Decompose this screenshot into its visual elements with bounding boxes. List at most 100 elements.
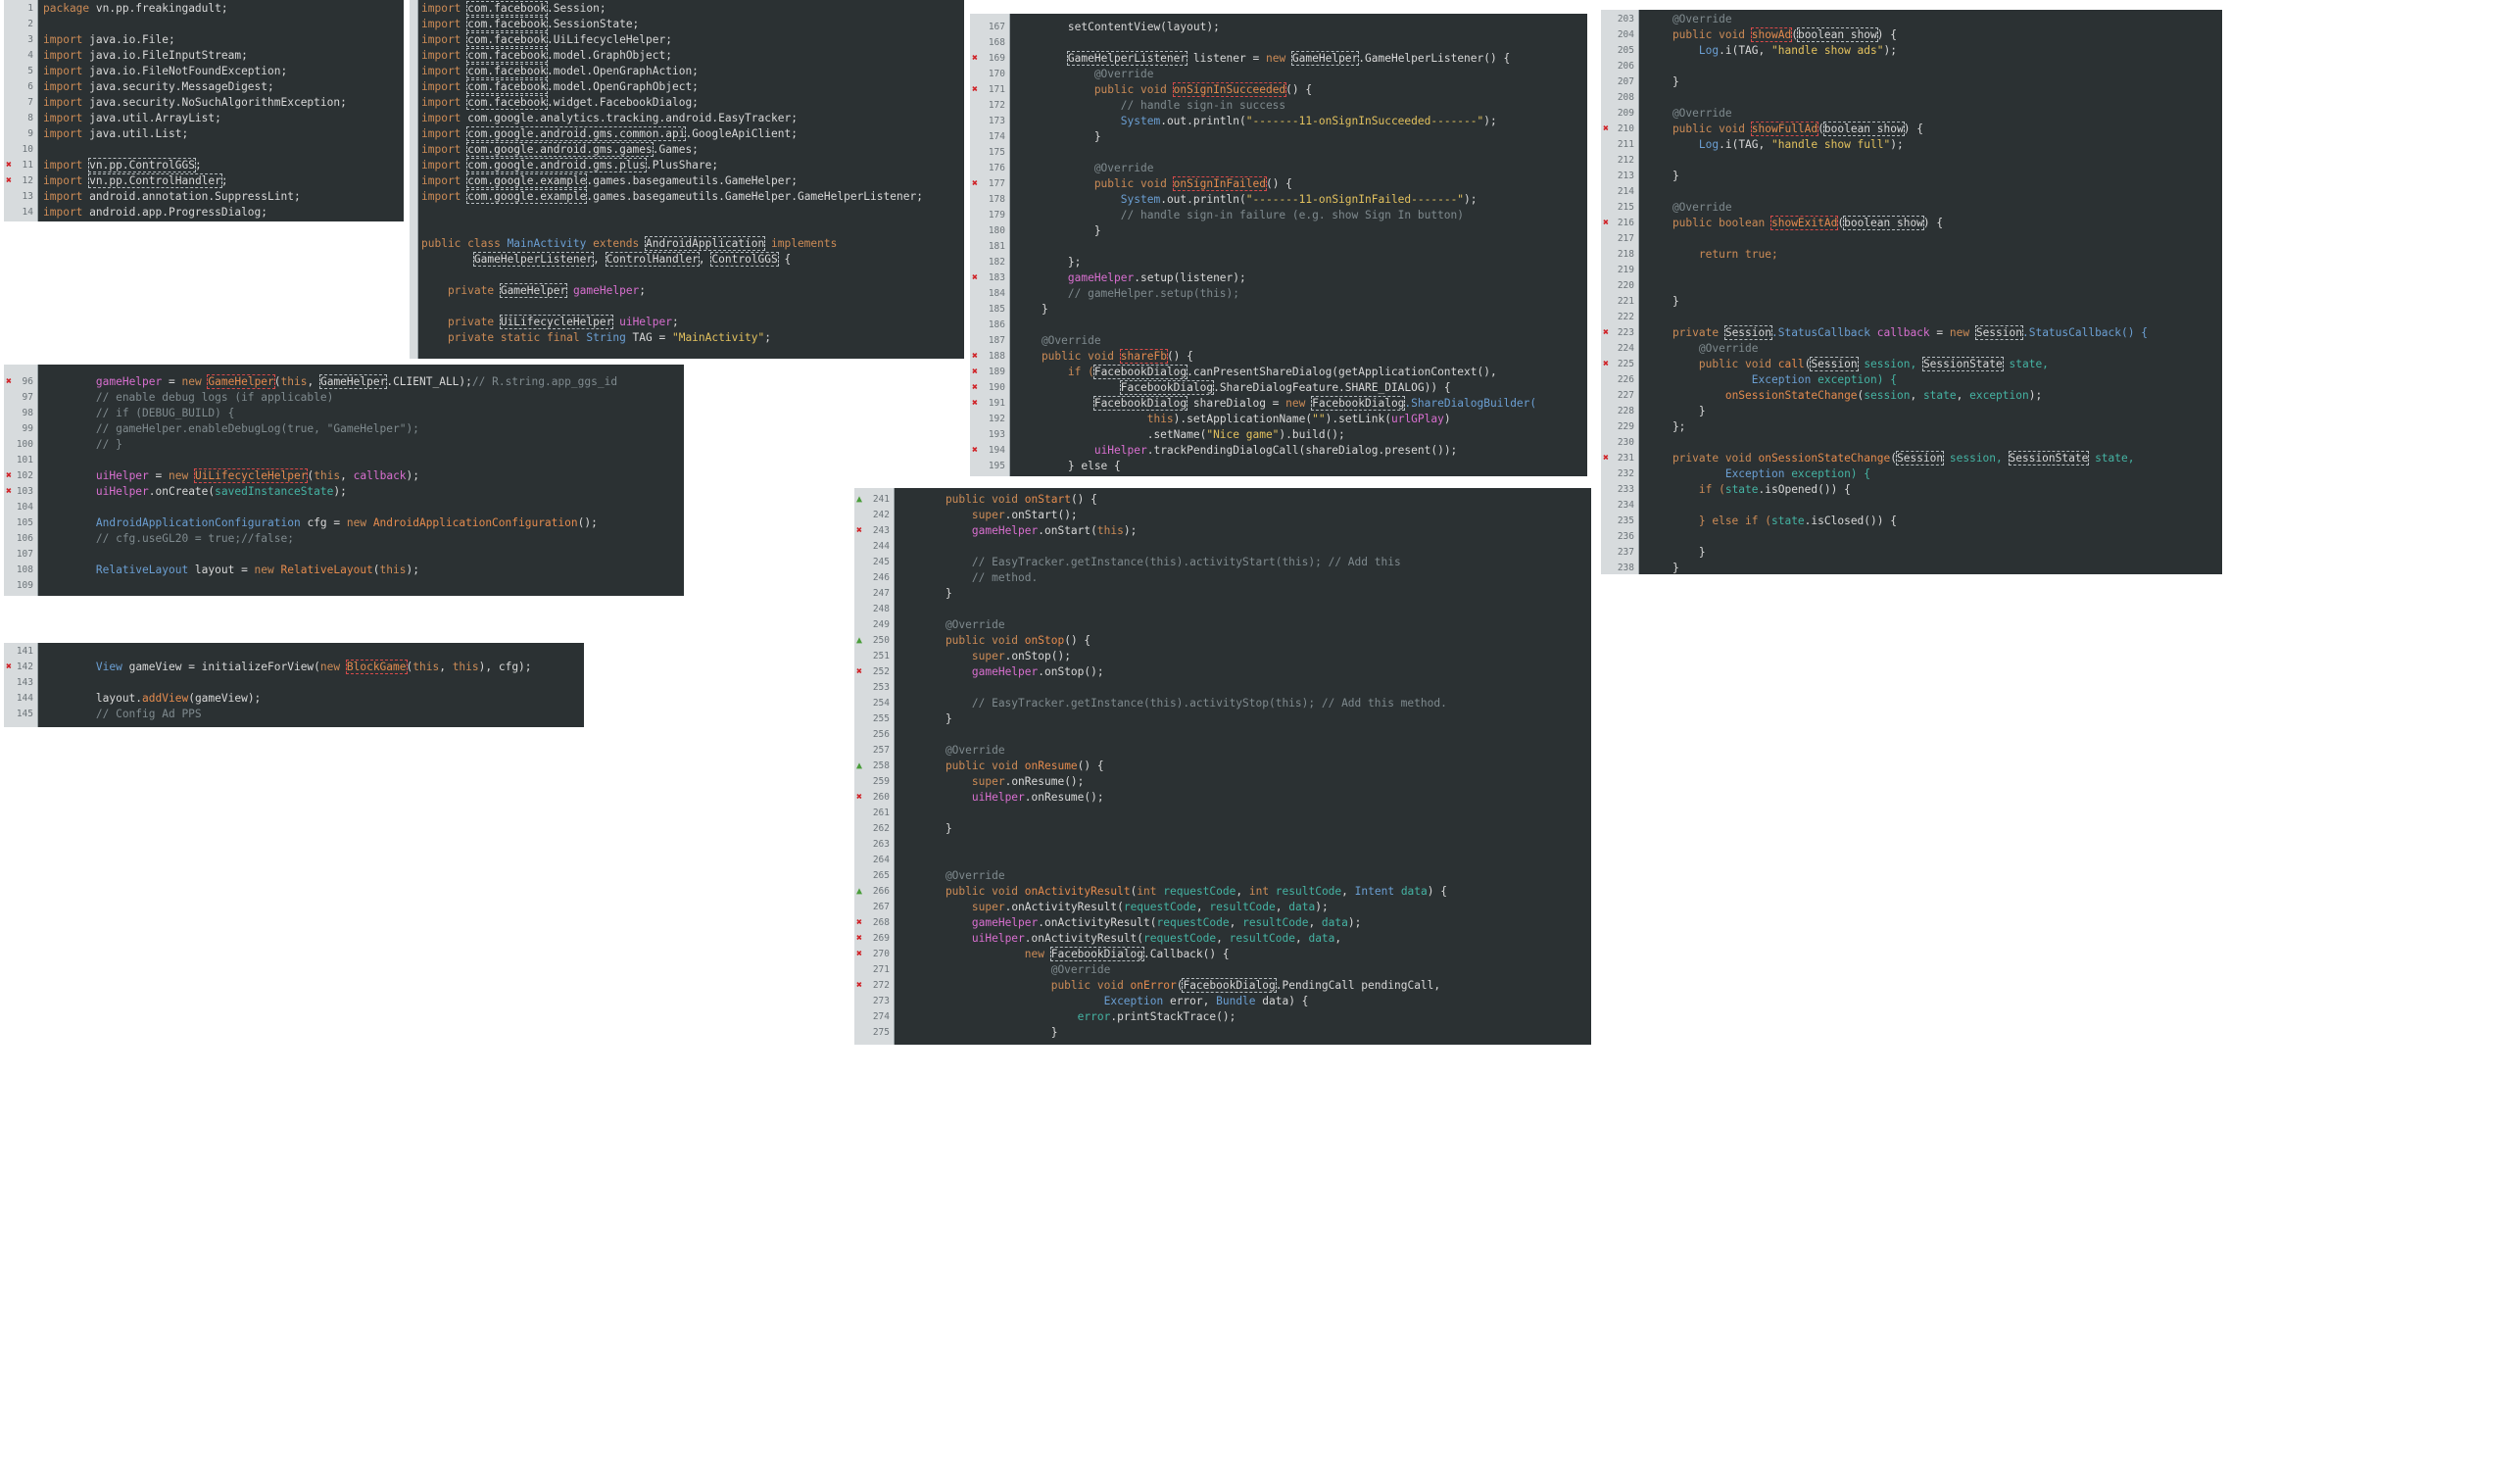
code-token: this [280, 375, 308, 388]
error-marker-icon[interactable]: ✖ [1603, 325, 1609, 341]
code-line: private static final String TAG = "MainA… [421, 330, 923, 346]
error-marker-icon[interactable]: ✖ [972, 82, 978, 98]
error-marker-icon[interactable]: ✖ [972, 380, 978, 396]
code-line: import java.security.NoSuchAlgorithmExce… [43, 95, 347, 111]
code-token: ); [406, 564, 419, 576]
error-marker-icon[interactable]: ✖ [1603, 122, 1609, 137]
error-marker-icon[interactable]: ✖ [856, 523, 862, 539]
code-pane-game-view[interactable]: 141 142 ✖ 143 144 145 View gameView = initial… [4, 643, 584, 727]
code-token: .GoogleApiClient; [685, 127, 798, 140]
code-token: package [43, 2, 90, 15]
error-marker-icon[interactable]: ✖ [856, 664, 862, 680]
code-token: public void [919, 634, 1025, 647]
code-token: , [1910, 389, 1923, 402]
code-token: com.google.example [466, 189, 588, 204]
code-token: ); [1315, 901, 1329, 913]
error-marker-icon[interactable]: ✖ [6, 484, 12, 500]
line-number: 275 [872, 1027, 890, 1038]
code-token: import [421, 174, 461, 187]
error-marker-icon[interactable]: ✖ [856, 947, 862, 962]
code-token: data [1321, 916, 1348, 929]
code-token: import [43, 127, 83, 140]
code-token: gameHelper [1067, 271, 1135, 284]
error-marker-icon[interactable]: ✖ [6, 173, 12, 189]
line-number: 167 [988, 22, 1005, 32]
code-pane-imports-b[interactable]: import com.facebook.Session; import com.f… [410, 0, 964, 359]
code-token: uiHelper [95, 469, 149, 482]
error-marker-icon[interactable]: ✖ [972, 396, 978, 412]
error-marker-icon[interactable]: ✖ [6, 660, 12, 675]
code-line: @Override [1015, 161, 1536, 176]
code-token: ); [1347, 916, 1362, 929]
code-token: , [1216, 932, 1230, 945]
line-number: 190 [988, 382, 1005, 393]
error-marker-icon[interactable]: ✖ [1603, 216, 1609, 231]
error-marker-icon[interactable]: ✖ [856, 931, 862, 947]
error-marker-icon[interactable]: ✖ [972, 365, 978, 380]
code-line: } else { [1015, 459, 1536, 474]
line-number: 181 [988, 241, 1005, 252]
code-token: import [421, 2, 461, 15]
error-marker-icon[interactable]: ✖ [1603, 451, 1609, 466]
code-token: extends [586, 237, 647, 250]
code-token: @Override [1646, 13, 1732, 25]
error-marker-icon[interactable]: ✖ [6, 158, 12, 173]
code-token: .Session; [547, 2, 606, 15]
code-pane-ads-session[interactable]: 203 204 205 206 207 208 209 210 ✖ 211 212 213 214 215… [1601, 10, 2222, 574]
code-line: } [1015, 302, 1536, 318]
error-marker-icon[interactable]: ✖ [856, 978, 862, 994]
error-marker-icon[interactable]: ✖ [6, 374, 12, 390]
override-marker-icon[interactable]: ▲ [856, 759, 862, 774]
code-token: uiHelper [971, 791, 1025, 804]
error-marker-icon[interactable]: ✖ [6, 468, 12, 484]
code-token: UiLifecycleHelper [193, 468, 309, 483]
error-marker-icon[interactable]: ✖ [972, 270, 978, 286]
line-number: 144 [16, 693, 33, 704]
code-pane-imports-a[interactable]: 1 2 3 4 5 6 7 8 9 10 11 ✖ 12 ✖ 13 14 package vn.pp.frea… [4, 0, 404, 221]
code-token: ), cfg); [478, 661, 532, 673]
line-number: 203 [1617, 14, 1634, 24]
code-token: boolean show [1843, 216, 1924, 230]
override-marker-icon[interactable]: ▲ [856, 633, 862, 649]
error-marker-icon[interactable]: ✖ [1603, 357, 1609, 372]
override-marker-icon[interactable]: ▲ [856, 492, 862, 508]
line-number: 187 [988, 335, 1005, 346]
code-token: , [593, 253, 606, 266]
code-token: .i(TAG, [1719, 44, 1771, 57]
code-token: .model.GraphObject; [547, 49, 672, 62]
error-marker-icon[interactable]: ✖ [972, 176, 978, 192]
code-token: onSignInSucceeded [1172, 82, 1287, 97]
error-marker-icon[interactable]: ✖ [972, 443, 978, 459]
code-pane-on-create[interactable]: 96 ✖ 97 98 99 100 101 102 ✖ 103 ✖ 104 105 106 107 108 10… [4, 365, 684, 596]
code-line: AndroidApplicationConfiguration cfg = ne… [43, 515, 617, 531]
code-token: , [340, 469, 354, 482]
code-pane-listener[interactable]: 167 168 169 ✖ 170 171 ✖ 172 173 174 175 176 177 ✖ 178 1… [970, 14, 1587, 476]
error-marker-icon[interactable]: ✖ [972, 51, 978, 67]
override-marker-icon[interactable]: ▲ [856, 884, 862, 900]
code-token: .canPresentShareDialog(getApplicationCon… [1187, 366, 1497, 378]
error-marker-icon[interactable]: ✖ [856, 790, 862, 806]
code-token: () { [1077, 760, 1104, 772]
code-token: .ShareDialogFeature.SHARE_DIALOG)) { [1213, 381, 1451, 394]
line-number: 99 [22, 423, 33, 434]
code-line: } [1646, 294, 2148, 310]
line-number: 272 [872, 980, 890, 991]
error-marker-icon[interactable]: ✖ [972, 349, 978, 365]
code-token: @Override [1015, 334, 1101, 347]
code-token: Log [1698, 138, 1720, 151]
error-marker-icon[interactable]: ✖ [856, 915, 862, 931]
line-number: 175 [988, 147, 1005, 158]
code-token: private static final [421, 331, 587, 344]
code-token: resultCode [1275, 885, 1342, 898]
code-token: ); [1123, 524, 1138, 537]
code-line: } [1646, 545, 2148, 561]
code-pane-lifecycle[interactable]: 241 ▲ 242 243 ✖ 244 245 246 247 248 249 250 ▲ 251 252 ✖… [854, 488, 1591, 1045]
